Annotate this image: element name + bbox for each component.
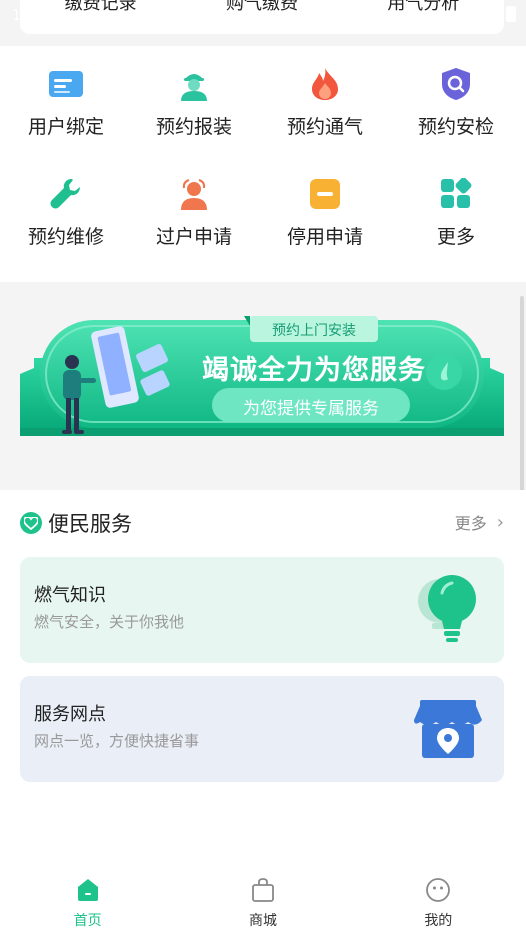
lightbulb-icon — [418, 575, 476, 642]
grid-item-label: 用户绑定 — [27, 116, 104, 138]
grid-item-label: 过户申请 — [155, 226, 232, 248]
card-service-outlets[interactable]: 服务网点 网点一览，方便快捷省事 — [20, 676, 504, 782]
battery-icon — [506, 6, 516, 22]
stop-icon — [305, 174, 345, 214]
grid-item-install-booking[interactable]: 预约报装 — [128, 46, 260, 146]
grid-item-label: 预约报装 — [155, 116, 232, 138]
section-header: 便民服务 — [20, 508, 132, 538]
grid-item-more[interactable]: 更多 — [390, 156, 522, 256]
section-title: 便民服务 — [48, 512, 132, 536]
service-grid: 用户绑定 预约报装 预约通气 预约安检 预约维修 过户申请 停用申请 更多 — [0, 46, 526, 282]
banner-tag: 预约上门安装 — [272, 323, 356, 339]
nav-mall[interactable]: 商城 — [175, 866, 350, 936]
wrench-icon — [46, 174, 86, 214]
grid-item-user-binding[interactable]: 用户绑定 — [0, 46, 132, 146]
grid-item-suspend[interactable]: 停用申请 — [259, 156, 391, 256]
store-location-icon — [414, 700, 482, 758]
banner-headline: 竭诚全力为您服务 — [202, 355, 426, 386]
grid-item-label: 更多 — [436, 226, 475, 248]
grid-item-label: 预约通气 — [286, 116, 363, 138]
tab-payment-records[interactable]: 缴费记录 — [65, 0, 137, 14]
id-card-icon — [46, 64, 86, 104]
shield-search-icon — [436, 64, 476, 104]
grid-item-transfer[interactable]: 过户申请 — [128, 156, 260, 256]
transfer-user-icon — [174, 174, 214, 214]
section-more-link[interactable]: 更多 › — [455, 510, 504, 534]
flame-icon — [305, 64, 345, 104]
chevron-right-icon: › — [496, 511, 504, 533]
nav-home[interactable]: 首页 — [0, 866, 175, 936]
heart-icon — [20, 512, 42, 534]
top-strip: 1 缴费记录 购气缴费 用气分析 — [0, 0, 526, 44]
tab-buy-gas[interactable]: 购气缴费 — [226, 0, 298, 14]
banner-subline: 为您提供专属服务 — [243, 399, 379, 419]
user-face-icon — [424, 876, 452, 904]
card-subtitle: 燃气安全，关于你我他 — [34, 613, 185, 631]
more-label: 更多 — [454, 514, 487, 533]
home-icon — [74, 876, 102, 904]
card-subtitle: 网点一览，方便快捷省事 — [34, 732, 200, 750]
nav-label: 商城 — [248, 913, 277, 929]
grid-item-repair-booking[interactable]: 预约维修 — [0, 156, 132, 256]
banner-area: 预约上门安装 竭诚全力为您服务 为您提供专属服务 — [0, 282, 526, 488]
nav-label: 首页 — [73, 913, 102, 929]
card-title: 服务网点 — [34, 704, 106, 725]
grid-item-gas-connect[interactable]: 预约通气 — [259, 46, 391, 146]
grid-item-label: 停用申请 — [286, 226, 363, 248]
grid-item-label: 预约维修 — [27, 226, 104, 248]
tab-gas-analysis[interactable]: 用气分析 — [387, 0, 459, 14]
nav-mine[interactable]: 我的 — [351, 866, 526, 936]
convenience-services: 便民服务 更多 › 燃气知识 燃气安全，关于你我他 服务网点 网点一览，方便快捷… — [0, 490, 526, 866]
grid-item-label: 预约安检 — [417, 116, 494, 138]
shopping-bag-icon — [249, 876, 277, 904]
bottom-nav: 首页 商城 我的 — [0, 866, 526, 936]
nav-label: 我的 — [424, 913, 453, 929]
apps-icon — [436, 174, 476, 214]
card-title: 燃气知识 — [34, 585, 106, 606]
grid-item-safety-check[interactable]: 预约安检 — [390, 46, 522, 146]
top-tabs-card: 缴费记录 购气缴费 用气分析 — [20, 0, 504, 34]
worker-icon — [174, 64, 214, 104]
card-gas-knowledge[interactable]: 燃气知识 燃气安全，关于你我他 — [20, 557, 504, 663]
